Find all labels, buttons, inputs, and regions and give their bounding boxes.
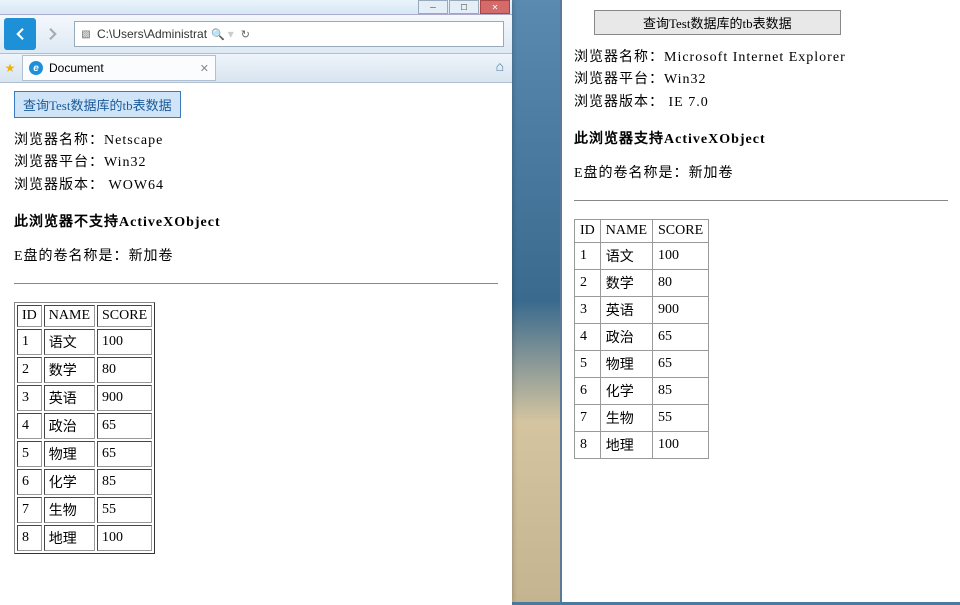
table-row: 7生物55 — [17, 497, 152, 523]
table-row: 2数学80 — [575, 270, 709, 297]
query-button[interactable]: 查询Test数据库的tb表数据 — [594, 10, 841, 35]
version-value: WOW64 — [104, 178, 164, 193]
search-icon[interactable]: 🔍 — [211, 28, 225, 41]
forward-button[interactable] — [37, 18, 69, 50]
tab-strip: ★ e Document ✕ ⌂ — [0, 54, 512, 83]
table-row: 7生物55 — [575, 405, 709, 432]
table-row: 6化学85 — [575, 378, 709, 405]
platform-value: Win32 — [104, 155, 147, 170]
version-label: 浏览器版本： — [574, 95, 664, 110]
page-content-left: 查询Test数据库的tb表数据 浏览器名称：Netscape 浏览器平台：Win… — [0, 83, 512, 605]
separator — [574, 200, 948, 201]
table-row: 8地理100 — [575, 432, 709, 459]
table-row: 5物理65 — [575, 351, 709, 378]
data-table-left: ID NAME SCORE 1语文100 2数学80 3英语900 4政治65 … — [14, 302, 155, 554]
ie-logo-icon: e — [29, 61, 43, 75]
browser-name-label: 浏览器名称： — [14, 133, 104, 148]
minimize-button[interactable]: ─ — [418, 0, 448, 14]
arrow-left-icon — [11, 25, 29, 43]
table-header-row: ID NAME SCORE — [575, 220, 709, 243]
favorites-icon[interactable]: ★ — [0, 61, 20, 76]
col-id: ID — [17, 305, 42, 327]
ie-window: ─ ☐ ✕ ▧ C:\Users\Administrat 🔍 ▾ ↻ ★ e D… — [0, 0, 512, 602]
browser-info-block: 浏览器名称：Netscape 浏览器平台：Win32 浏览器版本： WOW64 — [14, 130, 498, 197]
data-table-right: ID NAME SCORE 1语文100 2数学80 3英语900 4政治65 … — [574, 219, 709, 459]
col-score: SCORE — [653, 220, 709, 243]
disk-label: E盘的卷名称是： — [14, 249, 129, 264]
table-row: 4政治65 — [17, 413, 152, 439]
table-row: 4政治65 — [575, 324, 709, 351]
tab-close-icon[interactable]: ✕ — [200, 62, 209, 75]
platform-value: Win32 — [664, 72, 707, 87]
page-content-right: 查询Test数据库的tb表数据 浏览器名称：Microsoft Internet… — [560, 0, 960, 602]
table-row: 5物理65 — [17, 441, 152, 467]
browser-name-value: Microsoft Internet Explorer — [664, 50, 846, 65]
table-row: 3英语900 — [17, 385, 152, 411]
version-value: IE 7.0 — [664, 95, 709, 110]
col-id: ID — [575, 220, 601, 243]
table-row: 2数学80 — [17, 357, 152, 383]
col-name: NAME — [600, 220, 652, 243]
maximize-button[interactable]: ☐ — [449, 0, 479, 14]
col-name: NAME — [44, 305, 95, 327]
file-icon: ▧ — [79, 27, 93, 41]
home-icon[interactable]: ⌂ — [496, 60, 504, 76]
disk-label: E盘的卷名称是： — [574, 166, 689, 181]
activex-support-text: 此浏览器不支持ActiveXObject — [14, 211, 498, 231]
platform-label: 浏览器平台： — [574, 72, 664, 87]
ie-nav-toolbar: ▧ C:\Users\Administrat 🔍 ▾ ↻ — [0, 15, 512, 54]
version-label: 浏览器版本： — [14, 178, 104, 193]
separator — [14, 283, 498, 284]
query-button[interactable]: 查询Test数据库的tb表数据 — [14, 91, 181, 118]
desktop-background-strip — [512, 0, 560, 602]
table-row: 1语文100 — [17, 329, 152, 355]
disk-value: 新加卷 — [129, 249, 174, 264]
back-button[interactable] — [4, 18, 36, 50]
table-header-row: ID NAME SCORE — [17, 305, 152, 327]
close-button[interactable]: ✕ — [480, 0, 510, 14]
refresh-icon[interactable]: ↻ — [241, 28, 250, 41]
browser-name-value: Netscape — [104, 133, 163, 148]
platform-label: 浏览器平台： — [14, 155, 104, 170]
address-bar[interactable]: ▧ C:\Users\Administrat 🔍 ▾ ↻ — [74, 21, 504, 47]
table-row: 3英语900 — [575, 297, 709, 324]
table-row: 6化学85 — [17, 469, 152, 495]
arrow-right-icon — [44, 25, 62, 43]
table-row: 8地理100 — [17, 525, 152, 551]
browser-tab[interactable]: e Document ✕ — [22, 55, 216, 81]
browser-info-block: 浏览器名称：Microsoft Internet Explorer 浏览器平台：… — [574, 47, 948, 114]
window-titlebar[interactable]: ─ ☐ ✕ — [0, 0, 512, 15]
tab-label: Document — [49, 61, 104, 75]
activex-support-text: 此浏览器支持ActiveXObject — [574, 128, 948, 148]
col-score: SCORE — [97, 305, 152, 327]
table-row: 1语文100 — [575, 243, 709, 270]
disk-value: 新加卷 — [689, 166, 734, 181]
url-text: C:\Users\Administrat — [97, 27, 207, 41]
browser-name-label: 浏览器名称： — [574, 50, 664, 65]
